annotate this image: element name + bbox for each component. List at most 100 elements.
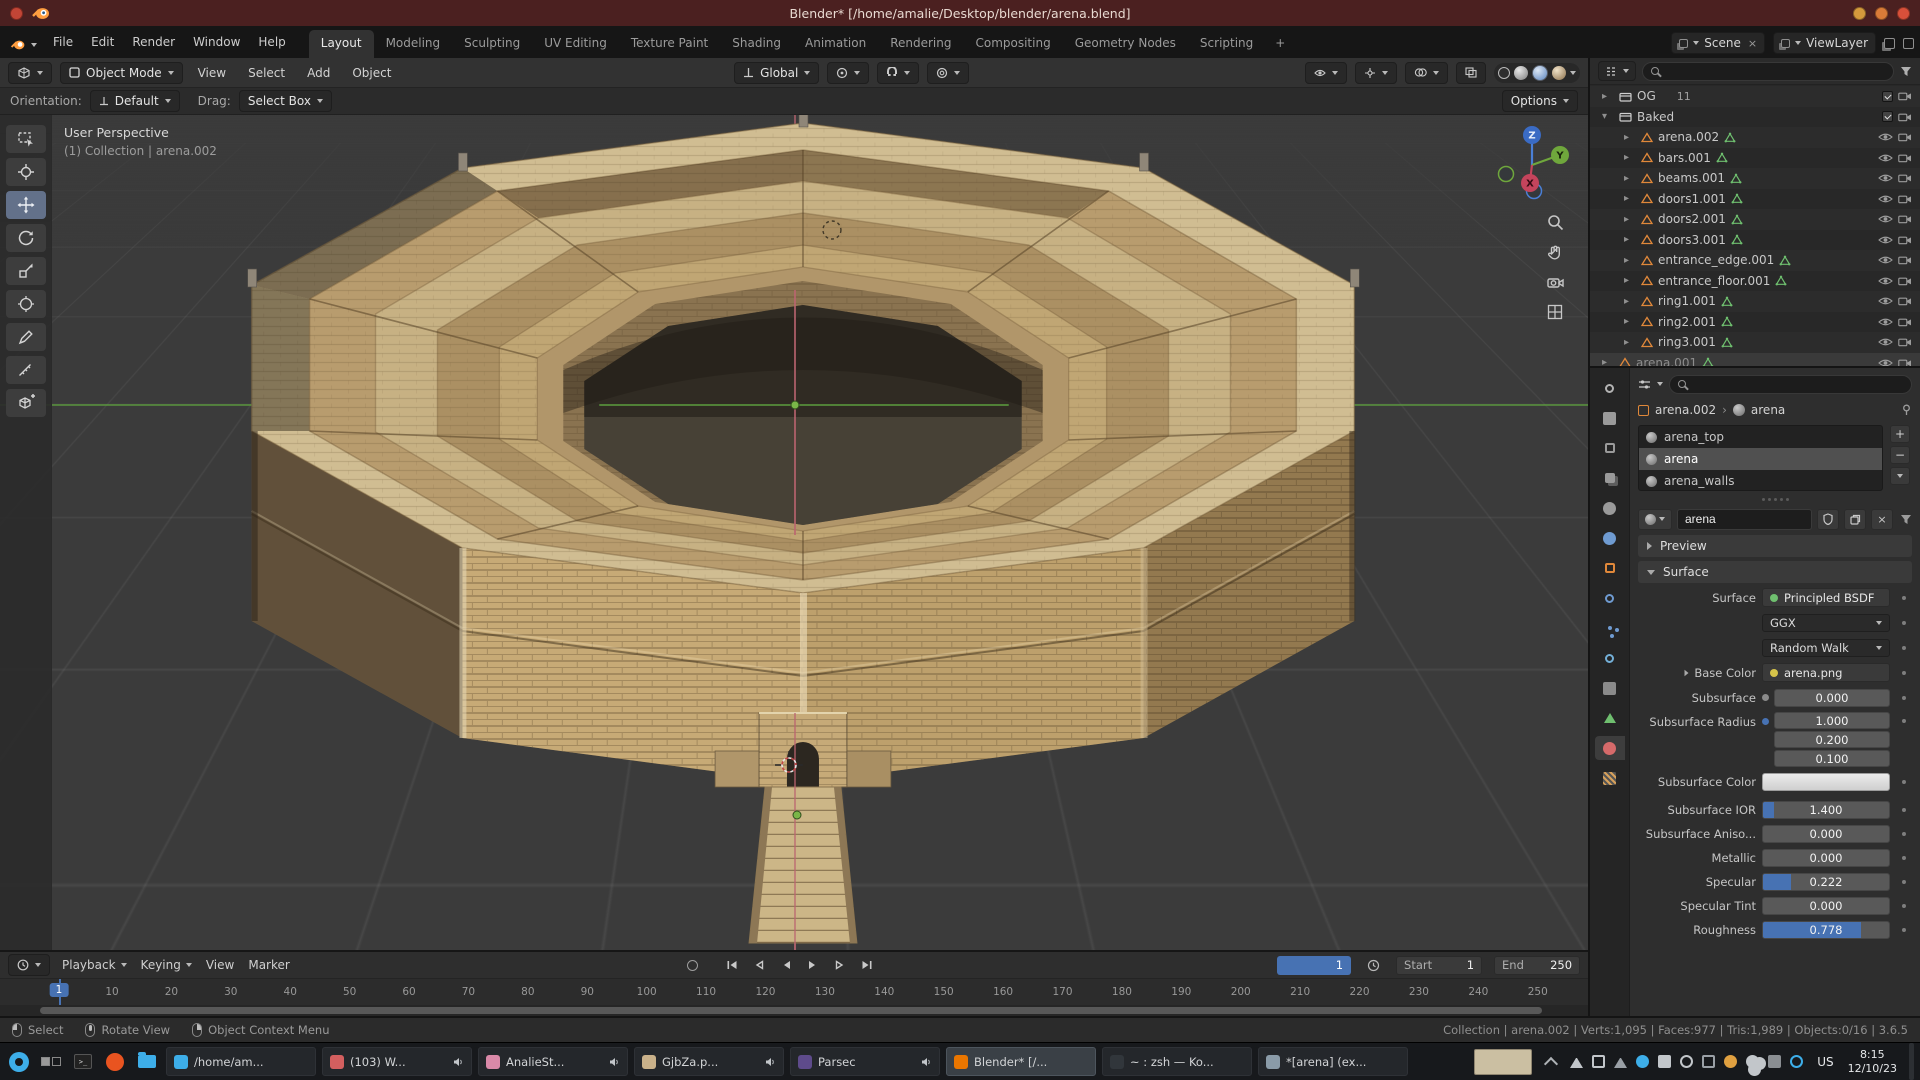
outliner-row[interactable]: ▸ ring2.001	[1590, 312, 1920, 333]
new-viewlayer-icon[interactable]	[1884, 38, 1895, 49]
properties-search-input[interactable]	[1692, 378, 1903, 390]
taskbar-task[interactable]: Parsec	[790, 1047, 940, 1076]
audio-indicator-icon[interactable]	[453, 1057, 464, 1067]
base-color-texture-button[interactable]: arena.png	[1762, 663, 1890, 682]
options-dropdown[interactable]: Options	[1502, 90, 1578, 112]
slot-specials-button[interactable]	[1890, 467, 1910, 485]
outliner-row[interactable]: ▸ OG 11	[1590, 86, 1920, 107]
subsurface-method-dropdown[interactable]: Random Walk	[1762, 639, 1890, 657]
shading-solid-icon[interactable]	[1514, 66, 1528, 80]
tool-measure[interactable]	[6, 356, 46, 384]
jump-to-end-button[interactable]	[855, 956, 879, 974]
shading-wireframe-icon[interactable]	[1498, 67, 1510, 79]
tray-icon[interactable]	[1724, 1055, 1737, 1068]
tray-icon[interactable]	[1702, 1055, 1715, 1068]
timeline-menu-item[interactable]: View	[206, 958, 234, 972]
files-launcher-icon[interactable]	[134, 1049, 160, 1075]
scene-selector[interactable]: Scene ×	[1671, 32, 1765, 54]
distribution-dropdown[interactable]: GGX	[1762, 614, 1890, 632]
browser-launcher-icon[interactable]	[102, 1049, 128, 1075]
preview-section-header[interactable]: Preview	[1638, 535, 1912, 557]
properties-tab[interactable]	[1595, 736, 1625, 760]
hide-in-viewport-icon[interactable]	[1878, 317, 1893, 327]
property-slider[interactable]: 0.000	[1762, 825, 1890, 843]
hide-in-viewport-icon[interactable]	[1878, 153, 1893, 163]
workspace-tab[interactable]: Shading	[720, 30, 793, 58]
workspace-tab[interactable]: Compositing	[963, 30, 1062, 58]
disable-in-renders-icon[interactable]	[1898, 173, 1912, 183]
xray-toggle[interactable]	[1456, 62, 1486, 84]
auto-keying-toggle[interactable]	[687, 960, 698, 971]
collection-checkbox[interactable]	[1882, 91, 1893, 102]
menubar-item[interactable]: Render	[123, 32, 184, 52]
mode-selector[interactable]: Object Mode	[60, 62, 183, 84]
viewport-menu-item[interactable]: View	[191, 63, 233, 83]
decorator-dot[interactable]	[1896, 928, 1912, 932]
disable-in-renders-icon[interactable]	[1898, 296, 1912, 306]
pager-icon[interactable]	[38, 1049, 64, 1075]
hide-in-viewport-icon[interactable]	[1878, 173, 1893, 183]
outliner-row[interactable]: ▸ doors1.001	[1590, 189, 1920, 210]
disable-in-renders-icon[interactable]	[1898, 194, 1912, 204]
workspace-tab[interactable]: Layout	[309, 30, 374, 58]
browse-material-button[interactable]	[1638, 509, 1672, 530]
viewport-menu-item[interactable]: Add	[300, 63, 337, 83]
disable-in-renders-icon[interactable]	[1898, 153, 1912, 163]
unlink-material-button[interactable]: ×	[1871, 509, 1893, 530]
blender-menu-button[interactable]	[8, 39, 44, 58]
add-slot-button[interactable]: +	[1890, 425, 1910, 443]
disable-in-renders-icon[interactable]	[1898, 358, 1912, 366]
tray-icon[interactable]	[1658, 1055, 1671, 1068]
properties-tab[interactable]	[1595, 526, 1625, 550]
previous-keyframe-button[interactable]	[747, 956, 771, 974]
timeline-scrollbar[interactable]	[0, 1005, 1588, 1016]
clock[interactable]: 8:15 12/10/23	[1848, 1048, 1897, 1076]
workspace-tab[interactable]: Animation	[793, 30, 878, 58]
tool-move[interactable]	[6, 191, 46, 219]
breadcrumb-material[interactable]: arena	[1751, 403, 1785, 417]
workspace-tab[interactable]: Modeling	[374, 30, 453, 58]
taskbar-task[interactable]: (103) W...	[322, 1047, 472, 1076]
tray-icon[interactable]	[1790, 1055, 1803, 1068]
taskbar-task[interactable]: *[arena] (ex...	[1258, 1047, 1408, 1076]
disclosure-caret[interactable]: ▸	[1624, 255, 1636, 266]
show-desktop-button[interactable]	[1909, 1043, 1914, 1080]
tool-annotate[interactable]	[6, 323, 46, 351]
list-resize-grip[interactable]	[1638, 495, 1912, 503]
material-slot[interactable]: arena	[1639, 448, 1882, 470]
properties-tab[interactable]	[1595, 586, 1625, 610]
disable-in-renders-icon[interactable]	[1898, 317, 1912, 327]
property-slider[interactable]: 0.000	[1762, 849, 1890, 867]
outliner-row[interactable]: ▸ ring3.001	[1590, 332, 1920, 353]
outliner-search[interactable]	[1642, 62, 1894, 81]
surface-section-header[interactable]: Surface	[1638, 561, 1912, 583]
maximize-button[interactable]	[1875, 7, 1888, 20]
taskbar-task[interactable]: ~ : zsh — Ko...	[1102, 1047, 1252, 1076]
taskbar-task[interactable]: GjbZa.p...	[634, 1047, 784, 1076]
menubar-item[interactable]: Window	[184, 32, 249, 52]
subsurface-color-swatch[interactable]	[1762, 773, 1890, 791]
collection-checkbox[interactable]	[1882, 111, 1893, 122]
properties-tab[interactable]	[1595, 436, 1625, 460]
decorator-dot[interactable]	[1896, 621, 1912, 625]
material-name-field[interactable]	[1677, 509, 1812, 530]
pan-hand-icon[interactable]	[1546, 243, 1564, 261]
transform-orientation-selector[interactable]: Global	[734, 62, 819, 84]
audio-indicator-icon[interactable]	[921, 1057, 932, 1067]
jump-to-start-button[interactable]	[720, 956, 744, 974]
outliner-row[interactable]: ▸ bars.001	[1590, 148, 1920, 169]
hide-in-viewport-icon[interactable]	[1878, 296, 1893, 306]
audio-indicator-icon[interactable]	[765, 1057, 776, 1067]
property-slider[interactable]: 0.778	[1762, 921, 1890, 939]
properties-tab[interactable]	[1595, 676, 1625, 700]
taskbar-task[interactable]: /home/am...	[166, 1047, 316, 1076]
outliner-row[interactable]: ▸ doors3.001	[1590, 230, 1920, 251]
fake-user-shield-icon[interactable]	[1817, 509, 1839, 530]
remove-viewlayer-icon[interactable]	[1903, 38, 1914, 49]
editor-type-button[interactable]	[8, 62, 52, 84]
outliner-filter-icon[interactable]	[1900, 66, 1912, 77]
disable-in-renders-icon[interactable]	[1898, 132, 1912, 142]
viewport-menu-item[interactable]: Object	[345, 63, 398, 83]
material-filter-icon[interactable]	[1900, 514, 1912, 525]
shading-options-chevron[interactable]	[1570, 71, 1576, 75]
